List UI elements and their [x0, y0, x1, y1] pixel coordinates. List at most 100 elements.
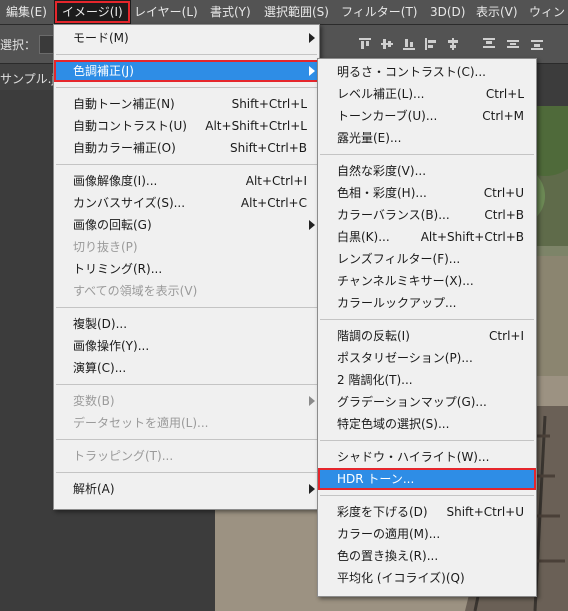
menu-item-shortcut: Ctrl+M — [482, 109, 524, 123]
menu-item-shortcut: Ctrl+B — [484, 208, 524, 222]
menu-item-label: 自動カラー補正(O) — [73, 141, 176, 155]
menu-item-label: 解析(A) — [73, 482, 115, 496]
menu-item[interactable]: ポスタリゼーション(P)... — [318, 347, 536, 369]
menubar-item-5[interactable]: フィルター(T) — [341, 0, 417, 24]
document-tab[interactable]: サンプル.j — [0, 64, 61, 90]
align-hcenter-icon[interactable] — [446, 37, 460, 51]
menu-item[interactable]: 明るさ・コントラスト(C)... — [318, 61, 536, 83]
menu-item[interactable]: 画像操作(Y)... — [54, 335, 319, 357]
menu-item-label: 平均化 (イコライズ)(Q) — [337, 571, 465, 585]
menu-separator — [320, 319, 534, 320]
menu-item[interactable]: 白黒(K)... Alt+Shift+Ctrl+B — [318, 226, 536, 248]
menu-item-shortcut: Alt+Ctrl+C — [240, 196, 307, 210]
menubar-item-4[interactable]: 選択範囲(S) — [264, 0, 329, 24]
menu-item-shortcut: Shift+Ctrl+B — [230, 141, 307, 155]
menu-item[interactable]: 画像の回転(G) — [54, 214, 319, 236]
menu-item[interactable]: 自動カラー補正(O) Shift+Ctrl+B — [54, 137, 319, 159]
menubar-item-8[interactable]: ウィン — [529, 0, 565, 24]
align-top-icon[interactable] — [358, 37, 372, 51]
menu-item-label: 自動トーン補正(N) — [73, 97, 175, 111]
menu-item[interactable]: トリミング(R)... — [54, 258, 319, 280]
menu-item[interactable]: グラデーションマップ(G)... — [318, 391, 536, 413]
menu-item[interactable]: 2 階調化(T)... — [318, 369, 536, 391]
submenu-arrow-icon — [309, 220, 315, 230]
menu-item-label: トリミング(R)... — [73, 262, 163, 276]
menu-item-label: チャンネルミキサー(X)... — [337, 274, 474, 288]
menu-item-shortcut: Ctrl+I — [489, 329, 524, 343]
align-vcenter-icon[interactable] — [380, 37, 394, 51]
menu-item-label: 自然な彩度(V)... — [337, 164, 427, 178]
image-menu: モード(M) 色調補正(J) 自動トーン補正(N) Shift+Ctrl+L 自動コント… — [53, 24, 320, 510]
align-bottom-icon[interactable] — [402, 37, 416, 51]
menu-item[interactable]: チャンネルミキサー(X)... — [318, 270, 536, 292]
menu-item[interactable]: 特定色域の選択(S)... — [318, 413, 536, 435]
menu-item-label: 色調補正(J) — [73, 64, 134, 78]
menu-item[interactable]: モード(M) — [54, 27, 319, 49]
menu-item[interactable]: トーンカーブ(U)... Ctrl+M — [318, 105, 536, 127]
menu-item-label: カンバスサイズ(S)... — [73, 196, 186, 210]
menu-item-shortcut: Ctrl+L — [485, 87, 524, 101]
menu-item: すべての領域を表示(V) — [54, 280, 319, 302]
menubar-item-0[interactable]: 編集(E) — [6, 0, 47, 24]
menu-item: 変数(B) — [54, 390, 319, 412]
menu-item[interactable]: 階調の反転(I) Ctrl+I — [318, 325, 536, 347]
menu-separator — [320, 495, 534, 496]
menu-item-label: カラーの適用(M)... — [337, 527, 441, 541]
menu-item[interactable]: シャドウ・ハイライト(W)... — [318, 446, 536, 468]
menu-item[interactable]: 解析(A) — [54, 478, 319, 500]
menu-item[interactable]: 露光量(E)... — [318, 127, 536, 149]
menu-item-label: 複製(D)... — [73, 317, 128, 331]
align-left-icon[interactable] — [424, 37, 438, 51]
menubar-item-7[interactable]: 表示(V) — [476, 0, 518, 24]
menu-item[interactable]: カラーの適用(M)... — [318, 523, 536, 545]
menu-item[interactable]: 彩度を下げる(D) Shift+Ctrl+U — [318, 501, 536, 523]
adjustments-submenu: 明るさ・コントラスト(C)... レベル補正(L)... Ctrl+L トーンカーブ(… — [317, 58, 537, 597]
menu-item-label: レンズフィルター(F)... — [337, 252, 461, 266]
menu-item[interactable]: 演算(C)... — [54, 357, 319, 379]
menu-item-label: 特定色域の選択(S)... — [337, 417, 450, 431]
menu-separator — [56, 472, 317, 473]
menu-separator — [320, 154, 534, 155]
menu-item[interactable]: HDR トーン... — [318, 468, 536, 490]
menu-item-label: 画像解像度(I)... — [73, 174, 158, 188]
menu-item[interactable]: 自動トーン補正(N) Shift+Ctrl+L — [54, 93, 319, 115]
menu-separator — [56, 439, 317, 440]
menubar-item-2[interactable]: レイヤー(L) — [134, 0, 198, 24]
menu-item[interactable]: レンズフィルター(F)... — [318, 248, 536, 270]
submenu-arrow-icon — [309, 66, 315, 76]
distribute-bottom-icon[interactable] — [530, 37, 544, 51]
menu-item[interactable]: カラーバランス(B)... Ctrl+B — [318, 204, 536, 226]
menu-item[interactable]: カンバスサイズ(S)... Alt+Ctrl+C — [54, 192, 319, 214]
submenu-arrow-icon — [309, 484, 315, 494]
menu-separator — [56, 307, 317, 308]
menu-item: トラッピング(T)... — [54, 445, 319, 467]
menu-item[interactable]: 自然な彩度(V)... — [318, 160, 536, 182]
menu-item[interactable]: 色の置き換え(R)... — [318, 545, 536, 567]
menu-item[interactable]: 複製(D)... — [54, 313, 319, 335]
menu-item[interactable]: カラールックアップ... — [318, 292, 536, 314]
distribute-vcenter-icon[interactable] — [506, 37, 520, 51]
menu-item-label: 2 階調化(T)... — [337, 373, 413, 387]
menu-item[interactable]: レベル補正(L)... Ctrl+L — [318, 83, 536, 105]
menu-separator — [320, 440, 534, 441]
menu-item-shortcut: Alt+Shift+Ctrl+L — [205, 119, 307, 133]
menubar-item-1[interactable]: イメージ(I) — [54, 0, 131, 24]
menu-item[interactable]: 自動コントラスト(U) Alt+Shift+Ctrl+L — [54, 115, 319, 137]
menubar-item-6[interactable]: 3D(D) — [430, 0, 465, 24]
menu-item[interactable]: 画像解像度(I)... Alt+Ctrl+I — [54, 170, 319, 192]
menu-bar: 編集(E) イメージ(I) レイヤー(L) 書式(Y) 選択範囲(S) フィルター(T) 3… — [0, 0, 568, 25]
menu-item[interactable]: 色相・彩度(H)... Ctrl+U — [318, 182, 536, 204]
menu-item: 切り抜き(P) — [54, 236, 319, 258]
menu-item: データセットを適用(L)... — [54, 412, 319, 434]
menu-separator — [56, 384, 317, 385]
menu-item[interactable]: 平均化 (イコライズ)(Q) — [318, 567, 536, 589]
menu-item-label: 画像操作(Y)... — [73, 339, 150, 353]
distribute-top-icon[interactable] — [482, 37, 496, 51]
menu-item-label: すべての領域を表示(V) — [73, 284, 198, 298]
menu-item[interactable]: 色調補正(J) — [54, 60, 319, 82]
submenu-arrow-icon — [309, 396, 315, 406]
menu-item-label: 変数(B) — [73, 394, 115, 408]
menu-item-label: カラールックアップ... — [337, 296, 457, 310]
menubar-item-3[interactable]: 書式(Y) — [210, 0, 251, 24]
menu-item-shortcut: Alt+Shift+Ctrl+B — [420, 230, 524, 244]
